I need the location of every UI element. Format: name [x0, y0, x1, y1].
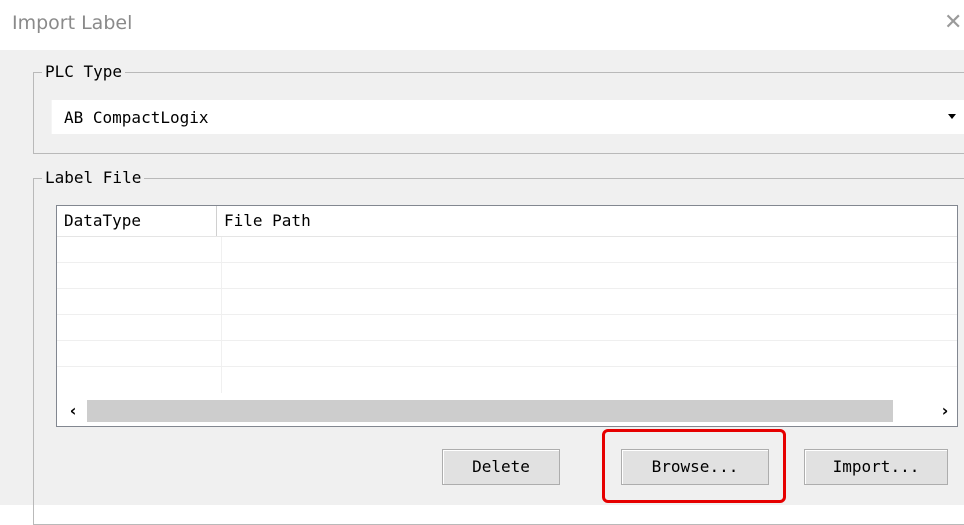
plc-type-group: PLC Type AB CompactLogix — [33, 63, 964, 154]
dialog-body: PLC Type AB CompactLogix Label File Data… — [0, 50, 964, 525]
list-header: DataType File Path — [57, 206, 957, 237]
column-header-file-path[interactable]: File Path — [217, 206, 957, 236]
plc-type-caption: PLC Type — [42, 63, 126, 81]
scroll-left-icon[interactable]: ‹ — [61, 399, 85, 423]
plc-type-dropdown[interactable]: AB CompactLogix — [51, 100, 964, 134]
table-row[interactable] — [57, 263, 957, 289]
plc-type-value: AB CompactLogix — [64, 108, 209, 127]
import-button[interactable]: Import... — [804, 449, 948, 485]
dropdown-arrow-icon[interactable] — [948, 114, 956, 119]
highlight-box — [602, 429, 786, 503]
label-file-caption: Label File — [42, 169, 145, 187]
label-file-group: Label File DataType File Path ‹ › Delete… — [33, 169, 964, 525]
close-icon[interactable]: ✕ — [944, 10, 964, 36]
table-row[interactable] — [57, 367, 957, 393]
table-row[interactable] — [57, 237, 957, 263]
horizontal-scrollbar[interactable]: ‹ › — [57, 397, 957, 425]
title-bar: Import Label ✕ — [0, 0, 964, 50]
delete-button[interactable]: Delete — [442, 449, 560, 485]
scrollbar-thumb[interactable] — [87, 400, 893, 422]
table-row[interactable] — [57, 315, 957, 341]
list-body — [57, 237, 957, 393]
window-title: Import Label — [12, 12, 133, 34]
column-header-datatype[interactable]: DataType — [57, 206, 217, 236]
scroll-right-icon[interactable]: › — [933, 399, 957, 423]
table-row[interactable] — [57, 289, 957, 315]
table-row[interactable] — [57, 341, 957, 367]
label-file-list[interactable]: DataType File Path ‹ › — [56, 205, 958, 427]
